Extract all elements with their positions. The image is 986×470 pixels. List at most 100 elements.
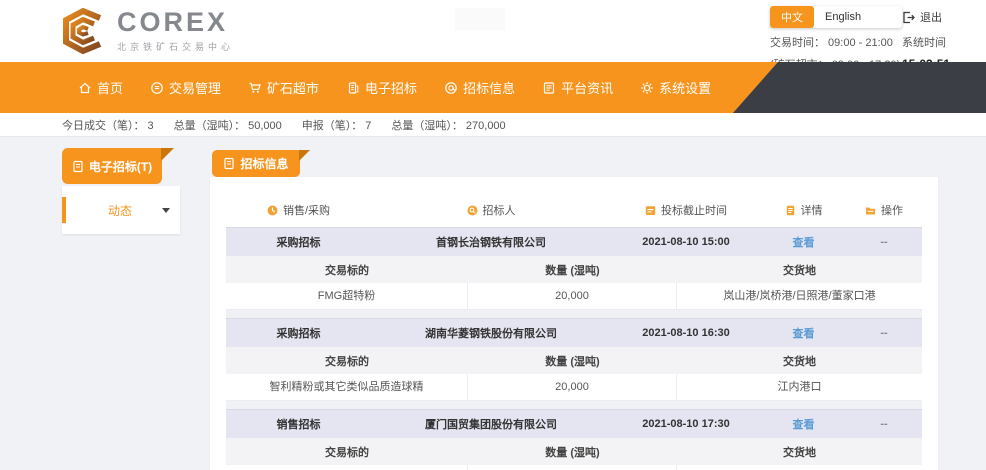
brand-name: COREX [117,9,234,36]
col-deadline: 投标截止时间 [611,202,761,218]
nav-label: 系统设置 [659,78,711,97]
content: 电子招标(T) 动态 招标信息 [0,137,986,470]
nav-item-e-bidding[interactable]: 电子招标 [346,78,417,97]
nav-items: 首页 交易管理 矿石超市 电子招标 [78,62,711,113]
view-link[interactable]: 查看 [793,237,815,249]
quantity: 20,000 [468,374,677,400]
bid-deadline: 2021-08-10 17:30 [611,418,761,430]
logout-label: 退出 [920,9,942,25]
group-divider [226,401,922,409]
view-link[interactable]: 查看 [793,328,815,340]
sub-col-product: 交易标的 [226,444,468,460]
stats-bar: 今日成交（笔）：3 总量（湿吨）：50,000 申报（笔）：7 总量（湿吨）：2… [0,113,986,137]
corex-logo-icon [58,7,108,55]
bid-info-icon [444,81,458,95]
stat-declarations: 申报（笔）：7 [302,117,372,133]
e-bidding-icon [346,81,360,95]
nav-dark-segment [733,62,986,113]
sidebar: 电子招标(T) 动态 [62,148,180,234]
bid-info-doc-icon [223,157,235,170]
col-sale-purchase: 销售/采购 [226,202,371,218]
sidebar-tab-e-bidding[interactable]: 电子招标(T) [62,148,162,184]
product-name: FMG超特粉 [226,283,468,309]
nav-label: 矿石超市 [267,78,319,97]
platform-news-icon [542,81,556,95]
stat-today-deals: 今日成交（笔）：3 [62,117,154,133]
bid-type: 采购招标 [226,325,371,341]
bid-deadline: 2021-08-10 15:00 [611,236,761,248]
table-header-row: 销售/采购 招标人 [226,197,922,223]
nav-label: 交易管理 [169,78,221,97]
quantity: 20,000 [468,283,677,309]
nav-item-bid-info[interactable]: 招标信息 [444,78,515,97]
bid-type: 采购招标 [226,234,371,250]
stat-total-volume: 总量（湿吨）：50,000 [174,117,282,133]
bid-group: 销售招标 厦门国贸集团股份有限公司 2021-08-10 17:30 查看 --… [226,409,922,470]
product-name: 智利精粉或其它类似品质造球精 [226,374,468,400]
nav-item-platform-news[interactable]: 平台资讯 [542,78,613,97]
bid-type: 销售招标 [226,416,371,432]
lang-zh-button[interactable]: 中文 [770,6,814,28]
action-placeholder: -- [846,327,922,339]
sub-col-delivery: 交货地 [677,353,922,369]
sidebar-item-label: 动态 [108,202,132,219]
delivery-location: 岚山港/岚桥港/日照港/董家口港 [677,283,922,309]
sidebar-item-dynamics[interactable]: 动态 [62,190,180,230]
product-name: IOC6 [226,465,468,470]
sub-header-row: 交易标的 数量 (湿吨) 交货地 [226,256,922,283]
sidebar-panel: 动态 [62,186,180,234]
sub-header-row: 交易标的 数量 (湿吨) 交货地 [226,347,922,374]
sidebar-tab-label: 电子招标(T) [89,158,152,175]
view-link[interactable]: 查看 [793,419,815,431]
brand-subtitle: 北京铁矿石交易中心 [117,40,234,53]
main-panel: 销售/采购 招标人 [210,177,938,470]
nav-item-trade-management[interactable]: 交易管理 [150,78,221,97]
bidder-icon [467,205,478,216]
delivery-location: 天津港 [677,465,922,470]
bid-company: 厦门国贸集团股份有限公司 [371,416,611,432]
header: COREX 北京铁矿石交易中心 中文 English 退出 交易时间： 09:0… [0,0,986,62]
sale-purchase-icon [267,205,278,216]
nav-label: 招标信息 [463,78,515,97]
detail-doc-icon [785,205,796,216]
panel-title: 招标信息 [240,155,288,172]
bid-main-row: 采购招标 湖南华菱钢铁股份有限公司 2021-08-10 16:30 查看 -- [226,318,922,347]
sub-header-row: 交易标的 数量 (湿吨) 交货地 [226,438,922,465]
bid-deadline: 2021-08-10 16:30 [611,327,761,339]
nav-item-settings[interactable]: 系统设置 [640,78,711,97]
settings-gear-icon [640,81,654,95]
sub-col-quantity: 数量 (湿吨) [468,262,677,278]
bid-group: 采购招标 首钢长治钢铁有限公司 2021-08-10 15:00 查看 -- 交… [226,227,922,310]
action-placeholder: -- [846,418,922,430]
bid-main-row: 采购招标 首钢长治钢铁有限公司 2021-08-10 15:00 查看 -- [226,227,922,256]
bid-main-row: 销售招标 厦门国贸集团股份有限公司 2021-08-10 17:30 查看 -- [226,409,922,438]
nav-item-ore-market[interactable]: 矿石超市 [248,78,319,97]
nav-label: 电子招标 [365,78,417,97]
col-bidder: 招标人 [371,202,611,218]
sub-col-quantity: 数量 (湿吨) [468,444,677,460]
stat-declared-volume: 总量（湿吨）：270,000 [391,117,505,133]
bid-data-row: FMG超特粉 20,000 岚山港/岚桥港/日照港/董家口港 [226,283,922,310]
main-section: 招标信息 销售/采购 [210,150,938,470]
e-bidding-doc-icon [72,160,84,173]
logout-button[interactable]: 退出 [902,9,974,25]
logout-icon [902,11,915,24]
bid-company: 首钢长治钢铁有限公司 [371,234,611,250]
bid-group: 采购招标 湖南华菱钢铁股份有限公司 2021-08-10 16:30 查看 --… [226,318,922,401]
panel-title-tab: 招标信息 [212,150,300,177]
col-action: 操作 [846,202,922,218]
language-toggle: 中文 English [770,6,902,28]
group-divider [226,310,922,318]
sub-col-product: 交易标的 [226,262,468,278]
nav-item-home[interactable]: 首页 [78,78,123,97]
lang-en-button[interactable]: English [814,6,872,28]
main-nav: 首页 交易管理 矿石超市 电子招标 [0,62,986,113]
sub-col-quantity: 数量 (湿吨) [468,353,677,369]
bid-data-row: IOC6 20,000 天津港 [226,465,922,470]
sub-col-delivery: 交货地 [677,262,922,278]
action-folder-icon [865,205,876,216]
trade-time: 交易时间： 09:00 - 21:00 [770,34,902,50]
quantity: 20,000 [468,465,677,470]
col-detail: 详情 [761,202,846,218]
trade-management-icon [150,81,164,95]
